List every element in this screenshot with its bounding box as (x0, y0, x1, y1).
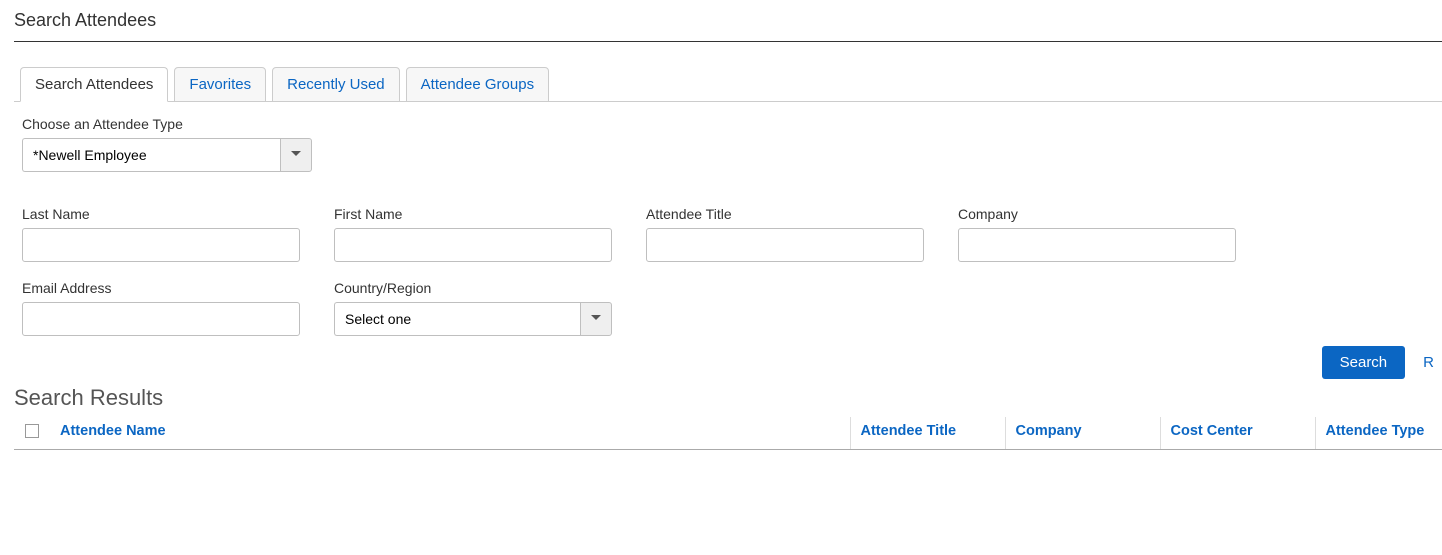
email-input[interactable] (22, 302, 300, 336)
col-cost-center[interactable]: Cost Center (1160, 417, 1315, 450)
search-button[interactable]: Search (1322, 346, 1406, 379)
country-select[interactable] (334, 302, 612, 336)
tab-attendee-groups[interactable]: Attendee Groups (406, 67, 549, 102)
col-company[interactable]: Company (1005, 417, 1160, 450)
attendee-type-select[interactable] (22, 138, 312, 172)
tab-favorites[interactable]: Favorites (174, 67, 266, 102)
col-attendee-title[interactable]: Attendee Title (850, 417, 1005, 450)
tab-search-attendees[interactable]: Search Attendees (20, 67, 168, 102)
chevron-down-icon (590, 311, 602, 327)
company-input[interactable] (958, 228, 1236, 262)
last-name-label: Last Name (22, 206, 300, 222)
first-name-input[interactable] (334, 228, 612, 262)
select-all-header[interactable] (14, 417, 50, 450)
divider (14, 41, 1442, 42)
col-attendee-name[interactable]: Attendee Name (50, 417, 850, 450)
country-dropdown-button[interactable] (580, 302, 612, 336)
attendee-type-label: Choose an Attendee Type (22, 116, 1434, 132)
chevron-down-icon (290, 147, 302, 163)
attendee-title-input[interactable] (646, 228, 924, 262)
company-label: Company (958, 206, 1236, 222)
first-name-label: First Name (334, 206, 612, 222)
results-heading: Search Results (14, 385, 1442, 411)
attendee-title-label: Attendee Title (646, 206, 924, 222)
attendee-type-input[interactable] (22, 138, 280, 172)
results-table: Attendee Name Attendee Title Company Cos… (14, 417, 1442, 450)
tab-recently-used[interactable]: Recently Used (272, 67, 400, 102)
col-attendee-type[interactable]: Attendee Type (1315, 417, 1442, 450)
tabs-bar: Search Attendees Favorites Recently Used… (14, 66, 1442, 102)
search-form: Choose an Attendee Type Last Name First … (14, 102, 1442, 379)
attendee-type-dropdown-button[interactable] (280, 138, 312, 172)
last-name-input[interactable] (22, 228, 300, 262)
reset-link[interactable]: R (1423, 354, 1434, 371)
email-label: Email Address (22, 280, 300, 296)
country-label: Country/Region (334, 280, 612, 296)
country-input[interactable] (334, 302, 580, 336)
page-title: Search Attendees (14, 10, 1442, 31)
select-all-checkbox[interactable] (25, 424, 39, 438)
